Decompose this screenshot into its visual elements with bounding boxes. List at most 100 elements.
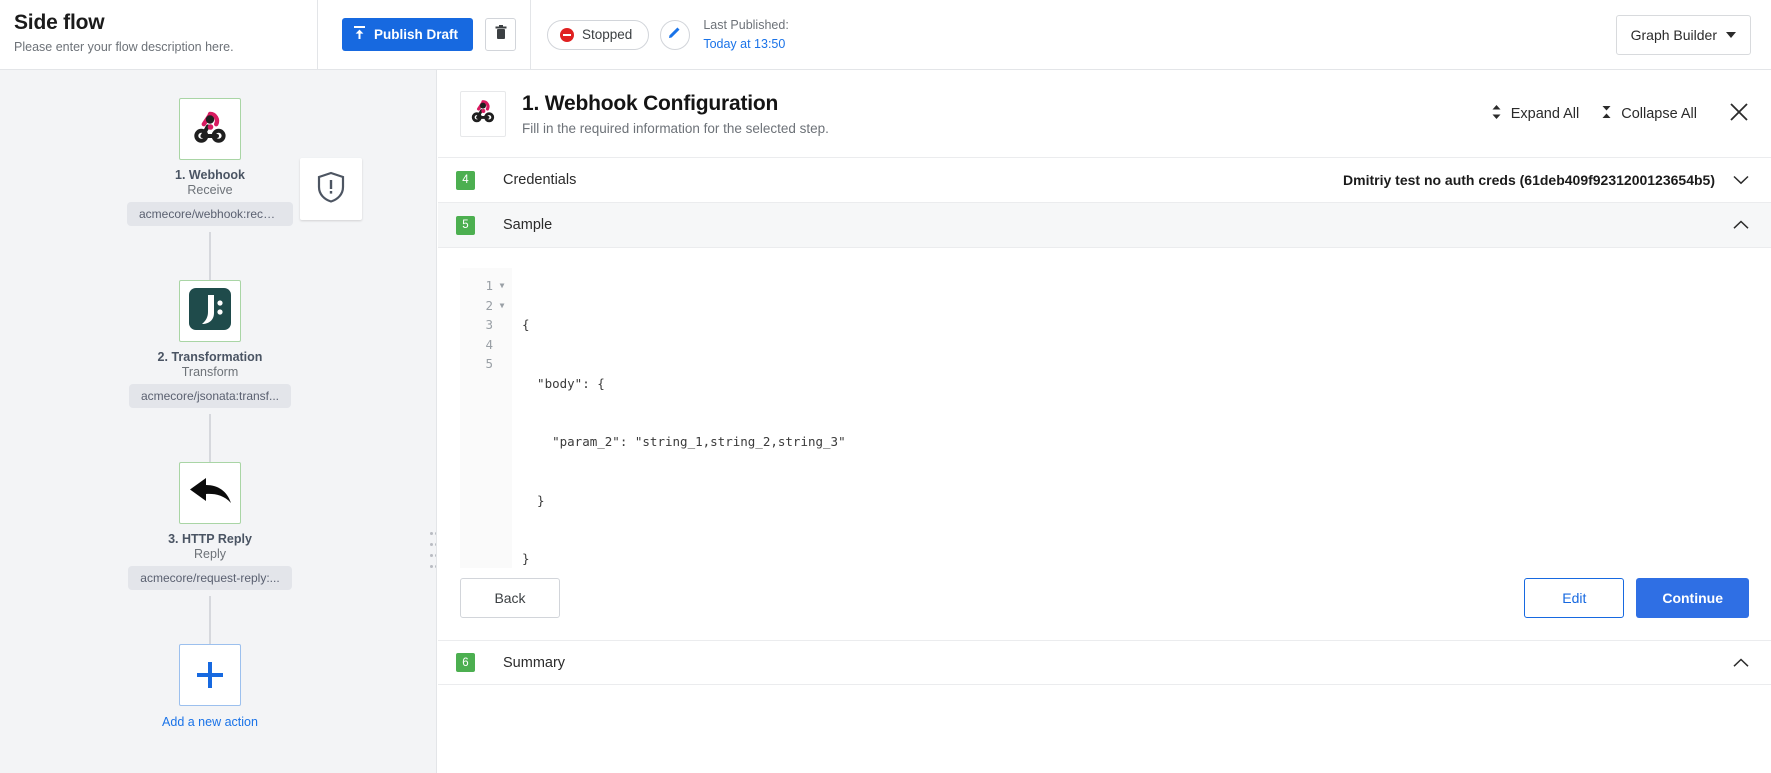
fold-toggle-icon[interactable]: ▼	[498, 276, 506, 296]
code-gutter: 1 ▼ 2 ▼ 3 4 5	[460, 268, 512, 568]
handle-dot	[435, 565, 436, 568]
publish-upload-icon	[353, 26, 366, 43]
code-line-number-row: 2 ▼	[460, 296, 512, 316]
flow-node-webhook[interactable]	[179, 98, 241, 160]
handle-dot	[435, 543, 436, 546]
section-credentials[interactable]: 4 Credentials Dmitriy test no auth creds…	[438, 158, 1771, 203]
delete-flow-button[interactable]	[485, 18, 517, 51]
flow-node-component[interactable]: acmecore/request-reply:...	[128, 566, 292, 590]
flow-node-subtitle: Transform	[181, 365, 239, 379]
panel-step-icon	[460, 90, 506, 137]
panel-subtitle: Fill in the required information for the…	[522, 120, 829, 136]
jsonata-icon	[187, 286, 233, 337]
flow-node-title: 2. Transformation	[157, 350, 263, 364]
edit-button[interactable]: Edit	[1524, 578, 1625, 618]
edit-status-button[interactable]	[660, 19, 691, 50]
handle-dot	[430, 565, 433, 568]
flow-description[interactable]: Please enter your flow description here.	[14, 39, 317, 55]
code-line: "param_2": "string_1,string_2,string_3"	[522, 434, 846, 449]
status-label: Stopped	[582, 27, 633, 42]
collapse-vertical-icon	[1601, 104, 1612, 124]
handle-dot	[430, 543, 433, 546]
code-line-number-row: 1 ▼	[460, 276, 512, 296]
flow-connector	[209, 414, 211, 462]
code-line-number-row: 3	[460, 315, 512, 335]
panel-header: 1. Webhook Configuration Fill in the req…	[438, 70, 1771, 158]
close-panel-button[interactable]	[1719, 102, 1749, 126]
handle-dot	[430, 532, 433, 535]
top-bar: Side flow Please enter your flow descrip…	[0, 0, 1771, 70]
code-line: }	[522, 551, 530, 566]
webhook-icon	[189, 106, 231, 153]
fold-toggle-icon[interactable]: ▼	[498, 296, 506, 316]
line-number: 4	[485, 336, 493, 352]
line-number: 5	[485, 356, 493, 371]
sample-code-editor[interactable]: 1 ▼ 2 ▼ 3 4 5 {"body": {"param_2": "st…	[460, 268, 1749, 568]
graph-builder-dropdown[interactable]: Graph Builder	[1615, 14, 1751, 55]
panel-header-actions: Expand All Collapse All	[1491, 102, 1749, 126]
last-published-block: Last Published: Today at 13:50	[701, 16, 788, 52]
code-content[interactable]: { "body": { "param_2": "string_1,string_…	[512, 268, 1749, 568]
handle-dot	[435, 532, 436, 535]
page-title: Side flow	[14, 11, 105, 34]
expand-vertical-icon	[1491, 104, 1502, 124]
flow-connector	[209, 232, 211, 280]
stopped-icon	[560, 27, 575, 42]
flow-info-block: Side flow Please enter your flow descrip…	[0, 0, 318, 69]
chevron-down-icon[interactable]	[1733, 175, 1749, 185]
line-number: 2	[485, 297, 493, 313]
add-new-action-button[interactable]	[179, 644, 241, 706]
step-number-badge: 4	[456, 170, 475, 190]
webhook-icon	[468, 96, 498, 131]
continue-button[interactable]: Continue	[1636, 578, 1749, 618]
flow-canvas[interactable]: 1. Webhook Receive acmecore/webhook:rece…	[0, 70, 437, 773]
panel-header-text: 1. Webhook Configuration Fill in the req…	[522, 92, 829, 136]
collapse-all-label: Collapse All	[1621, 105, 1697, 122]
pencil-icon	[668, 25, 682, 44]
graph-builder-label: Graph Builder	[1630, 26, 1717, 43]
last-published-value[interactable]: Today at 13:50	[703, 35, 788, 53]
publish-draft-button[interactable]: Publish Draft	[342, 18, 474, 51]
step-number-badge: 6	[456, 653, 475, 672]
trash-icon	[495, 24, 507, 45]
code-line: "body": {	[522, 375, 605, 391]
expand-all-button[interactable]: Expand All	[1491, 104, 1580, 124]
flow-connector	[209, 596, 211, 644]
panel-title: 1. Webhook Configuration	[522, 91, 779, 115]
flow-node-title: 1. Webhook	[175, 168, 245, 182]
line-number: 1	[485, 278, 493, 293]
code-line: }	[522, 492, 545, 508]
handle-dot	[430, 554, 433, 557]
flow-node-column: 1. Webhook Receive acmecore/webhook:rece…	[0, 70, 420, 729]
panel-resize-handle[interactable]	[430, 532, 436, 568]
line-number: 3	[485, 317, 493, 332]
flow-node-component[interactable]: acmecore/webhook:recei...	[127, 202, 293, 226]
last-published-label: Last Published:	[703, 18, 789, 33]
publish-draft-label: Publish Draft	[374, 27, 459, 42]
sample-body: 1 ▼ 2 ▼ 3 4 5 {"body": {"param_2": "st…	[438, 248, 1771, 640]
sample-primary-actions: Edit Continue	[1524, 578, 1749, 618]
add-new-action-label[interactable]: Add a new action	[162, 715, 258, 729]
section-summary[interactable]: 6 Summary	[438, 640, 1771, 685]
credentials-value: Dmitriy test no auth creds (61deb409f923…	[1343, 172, 1715, 188]
chevron-down-icon	[1726, 31, 1736, 38]
back-button[interactable]: Back	[460, 578, 560, 618]
flow-node-component[interactable]: acmecore/jsonata:transf...	[128, 384, 292, 408]
step-number-badge: 5	[456, 215, 475, 235]
section-sample[interactable]: 5 Sample	[438, 203, 1771, 248]
http-reply-arrow-icon	[187, 473, 233, 514]
code-line-number-row: 4	[460, 335, 512, 355]
expand-all-label: Expand All	[1510, 105, 1580, 122]
status-badge[interactable]: Stopped	[547, 19, 650, 50]
chevron-up-icon[interactable]	[1733, 657, 1749, 668]
flow-node-http-reply[interactable]	[179, 462, 241, 524]
close-icon	[1729, 102, 1749, 126]
step-configuration-panel: 1. Webhook Configuration Fill in the req…	[438, 70, 1771, 773]
chevron-up-icon[interactable]	[1733, 220, 1749, 230]
flow-node-transformation[interactable]	[179, 280, 241, 342]
status-area: Stopped Last Published: Today at 13:50	[531, 0, 805, 69]
handle-dot	[435, 554, 436, 557]
collapse-all-button[interactable]: Collapse All	[1601, 104, 1697, 124]
flow-node-subtitle: Receive	[187, 183, 233, 197]
